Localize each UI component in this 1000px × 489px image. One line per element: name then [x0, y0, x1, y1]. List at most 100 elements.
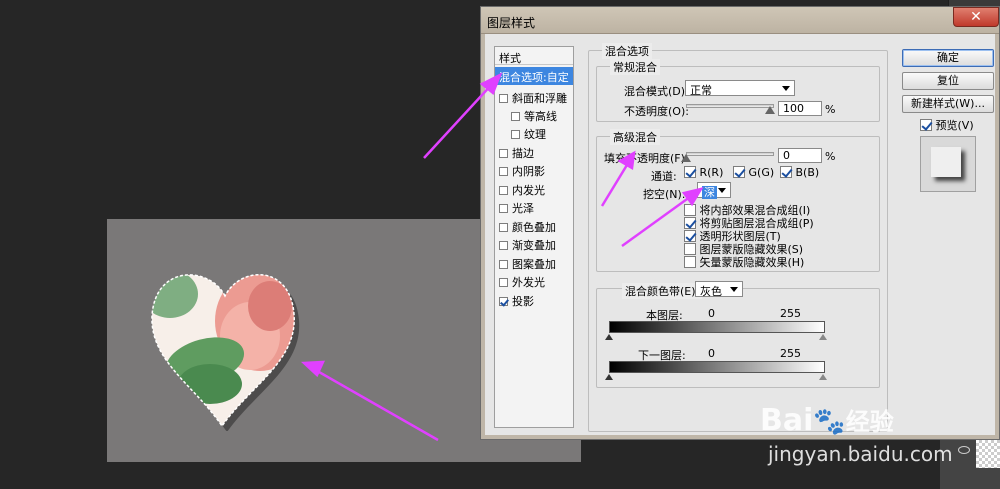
style-item-contour[interactable]: 等高线	[495, 106, 573, 124]
channel-b[interactable]: B(B)	[780, 166, 819, 179]
watermark-brand-left: Bai	[760, 403, 814, 438]
channel-g[interactable]: G(G)	[733, 166, 774, 179]
checkbox-icon[interactable]	[499, 223, 508, 232]
checkbox-icon[interactable]	[499, 167, 508, 176]
checkbox-icon[interactable]	[499, 241, 508, 250]
option-vector-mask-hides[interactable]: 矢量蒙版隐藏效果(H)	[684, 254, 804, 270]
style-item-bevel-emboss[interactable]: 斜面和浮雕	[495, 88, 573, 106]
opacity-slider-handle[interactable]	[765, 106, 775, 114]
channel-b-label: B(B)	[795, 166, 820, 179]
style-item-gradient-overlay[interactable]: 渐变叠加	[495, 235, 573, 253]
style-item-pattern-overlay[interactable]: 图案叠加	[495, 254, 573, 272]
underlying-low-handle[interactable]	[605, 374, 613, 380]
style-item-color-overlay[interactable]: 颜色叠加	[495, 217, 573, 235]
reset-button[interactable]: 复位	[902, 72, 994, 90]
knockout-value: 深	[702, 186, 717, 199]
checkbox-icon[interactable]	[499, 260, 508, 269]
blend-mode-value: 正常	[690, 84, 712, 97]
style-item-inner-glow[interactable]: 内发光	[495, 180, 573, 198]
heart-image	[151, 274, 300, 431]
checkbox-icon[interactable]	[511, 130, 520, 139]
blend-if-value: 灰色	[700, 285, 722, 298]
underlying-high: 255	[780, 347, 801, 360]
style-item-label: 斜面和浮雕	[512, 92, 567, 105]
underlying-high-handle[interactable]	[819, 374, 827, 380]
chevron-down-icon	[730, 287, 738, 292]
opacity-slider[interactable]	[686, 104, 774, 108]
preview-square	[931, 147, 961, 177]
this-layer-low: 0	[708, 307, 715, 320]
checkbox-icon[interactable]	[733, 166, 745, 178]
blend-mode-label: 混合模式(D):	[624, 85, 689, 98]
checkbox-icon[interactable]	[499, 278, 508, 287]
knockout-select[interactable]: 深	[697, 182, 731, 199]
checkbox-icon[interactable]	[684, 256, 696, 268]
chevron-down-icon	[782, 86, 790, 91]
style-item-label: 外发光	[512, 276, 545, 289]
this-layer-high-handle[interactable]	[819, 334, 827, 340]
style-item-label: 渐变叠加	[512, 239, 556, 252]
blend-if-group	[596, 288, 880, 388]
style-item-label: 描边	[512, 147, 534, 160]
style-item-blending-options[interactable]: 混合选项:自定	[495, 67, 573, 85]
checkbox-icon[interactable]	[920, 119, 932, 131]
checkbox-icon[interactable]	[499, 186, 508, 195]
style-item-label: 混合选项:自定	[499, 71, 569, 84]
checkbox-icon[interactable]	[511, 112, 520, 121]
paw-icon: 🐾	[813, 407, 846, 437]
checkbox-icon[interactable]	[684, 166, 696, 178]
this-layer-low-handle[interactable]	[605, 334, 613, 340]
channel-r-label: R(R)	[699, 166, 724, 179]
preview-label: 预览(V)	[935, 119, 974, 132]
checkbox-icon[interactable]	[499, 94, 508, 103]
blend-if-select[interactable]: 灰色	[695, 281, 743, 298]
style-item-drop-shadow[interactable]: 投影	[495, 291, 573, 309]
style-item-texture[interactable]: 纹理	[495, 124, 573, 142]
fill-opacity-slider-handle[interactable]	[681, 154, 691, 162]
style-item-label: 图案叠加	[512, 258, 556, 271]
style-item-outer-glow[interactable]: 外发光	[495, 272, 573, 290]
dialog-title: 图层样式	[487, 16, 536, 30]
dialog-titlebar[interactable]: 图层样式 ✕	[481, 7, 999, 34]
opacity-label: 不透明度(O):	[624, 105, 689, 118]
this-layer-high: 255	[780, 307, 801, 320]
style-item-label: 纹理	[524, 128, 546, 141]
chevron-down-icon	[718, 188, 726, 193]
channel-g-label: G(G)	[748, 166, 775, 179]
option-label: 矢量蒙版隐藏效果(H)	[699, 256, 805, 269]
blend-mode-select[interactable]: 正常	[685, 80, 795, 97]
advanced-blending-title: 高级混合	[610, 129, 660, 145]
channel-r[interactable]: R(R)	[684, 166, 723, 179]
style-preview-swatch	[920, 136, 976, 192]
opacity-unit: %	[825, 103, 836, 116]
style-list-header: 样式	[495, 47, 573, 65]
checkbox-icon[interactable]	[499, 204, 508, 213]
checkbox-icon[interactable]	[780, 166, 792, 178]
preview-checkbox[interactable]: 预览(V)	[920, 117, 974, 133]
style-item-label: 光泽	[512, 202, 534, 215]
new-style-button[interactable]: 新建样式(W)...	[902, 95, 994, 113]
checkbox-icon[interactable]	[499, 149, 508, 158]
watermark-logo: Bai🐾经验	[760, 402, 894, 438]
opacity-field[interactable]: 100	[778, 101, 822, 116]
style-item-label: 内发光	[512, 184, 545, 197]
style-item-inner-shadow[interactable]: 内阴影	[495, 161, 573, 179]
style-item-label: 等高线	[524, 110, 557, 123]
fill-opacity-field[interactable]: 0	[778, 148, 822, 163]
style-list: 样式 混合选项:自定 斜面和浮雕 等高线 纹理 描边 内阴影 内发光 光泽 颜色…	[494, 46, 574, 428]
this-layer-gradient	[609, 321, 825, 333]
style-item-satin[interactable]: 光泽	[495, 198, 573, 216]
underlying-low: 0	[708, 347, 715, 360]
fill-opacity-label: 填充不透明度(F):	[604, 152, 689, 165]
fill-opacity-unit: %	[825, 150, 836, 163]
checkbox-icon[interactable]	[499, 297, 508, 306]
ok-button[interactable]: 确定	[902, 49, 994, 67]
watermark-url: jingyan.baidu.com	[768, 442, 953, 466]
general-blending-title: 常规混合	[610, 59, 660, 75]
watermark-brand-right: 经验	[845, 408, 894, 436]
fill-opacity-slider[interactable]	[686, 152, 774, 156]
close-icon[interactable]: ✕	[953, 7, 999, 27]
visibility-eye-icon[interactable]	[958, 446, 970, 454]
underlying-gradient	[609, 361, 825, 373]
style-item-stroke[interactable]: 描边	[495, 143, 573, 161]
